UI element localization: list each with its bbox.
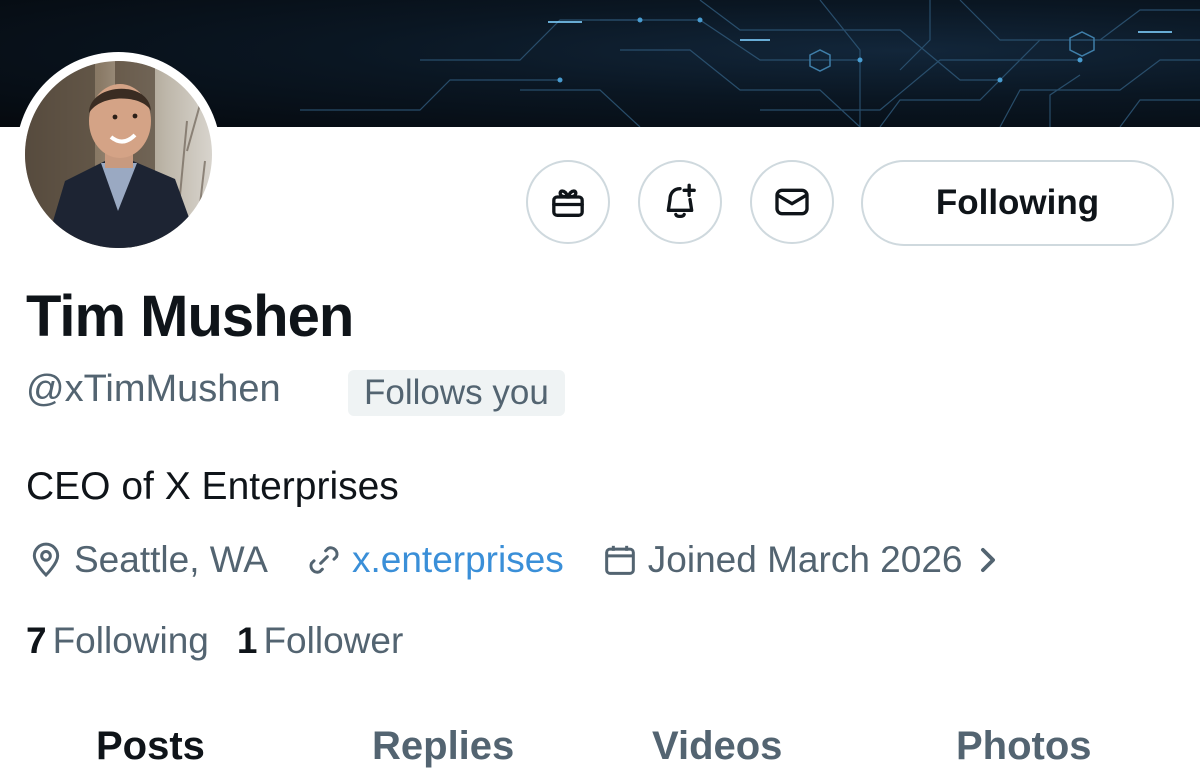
mail-icon	[775, 188, 809, 216]
location-text: Seattle, WA	[74, 539, 268, 580]
website-link[interactable]: x.enterprises	[352, 539, 564, 581]
calendar-icon	[604, 545, 635, 575]
gift-button[interactable]	[526, 160, 610, 244]
tab-replies[interactable]: Replies	[372, 724, 514, 769]
tab-videos[interactable]: Videos	[652, 724, 782, 769]
message-button[interactable]	[750, 160, 834, 244]
tab-photos[interactable]: Photos	[956, 724, 1092, 769]
followers-count: 1	[236, 620, 258, 661]
gift-icon	[552, 189, 584, 217]
link-icon	[309, 546, 339, 574]
avatar-photo	[25, 61, 212, 248]
following-count: 7	[26, 620, 47, 661]
location: Seattle, WA	[26, 539, 268, 581]
follows-you-badge: Follows you	[348, 370, 565, 416]
following-count-link[interactable]: 7 Following	[26, 620, 209, 662]
join-date[interactable]: Joined March 2026	[600, 539, 1009, 581]
tab-posts[interactable]: Posts	[96, 724, 205, 769]
avatar[interactable]	[16, 52, 221, 257]
profile-tabs: Posts Replies Videos Photos	[0, 718, 1200, 778]
website[interactable]: x.enterprises	[304, 539, 564, 581]
location-pin-icon	[32, 542, 60, 578]
handle: @xTimMushen	[26, 368, 281, 410]
chevron-right-icon	[980, 547, 995, 573]
bio: CEO of X Enterprises	[26, 465, 399, 508]
bell-plus-icon	[666, 183, 696, 219]
profile-meta: Seattle, WA x.enterprises Joined March 2…	[26, 535, 1045, 585]
followers-count-link[interactable]: 1 Follower	[237, 620, 403, 662]
display-name: Tim Mushen	[26, 284, 354, 349]
notify-button[interactable]	[638, 160, 722, 244]
join-date-text: Joined March 2026	[647, 539, 963, 580]
following-label: Following	[52, 620, 209, 661]
following-button[interactable]: Following	[861, 160, 1174, 246]
follow-counts: 7 Following 1 Follower	[26, 620, 431, 662]
followers-label: Follower	[263, 620, 404, 661]
